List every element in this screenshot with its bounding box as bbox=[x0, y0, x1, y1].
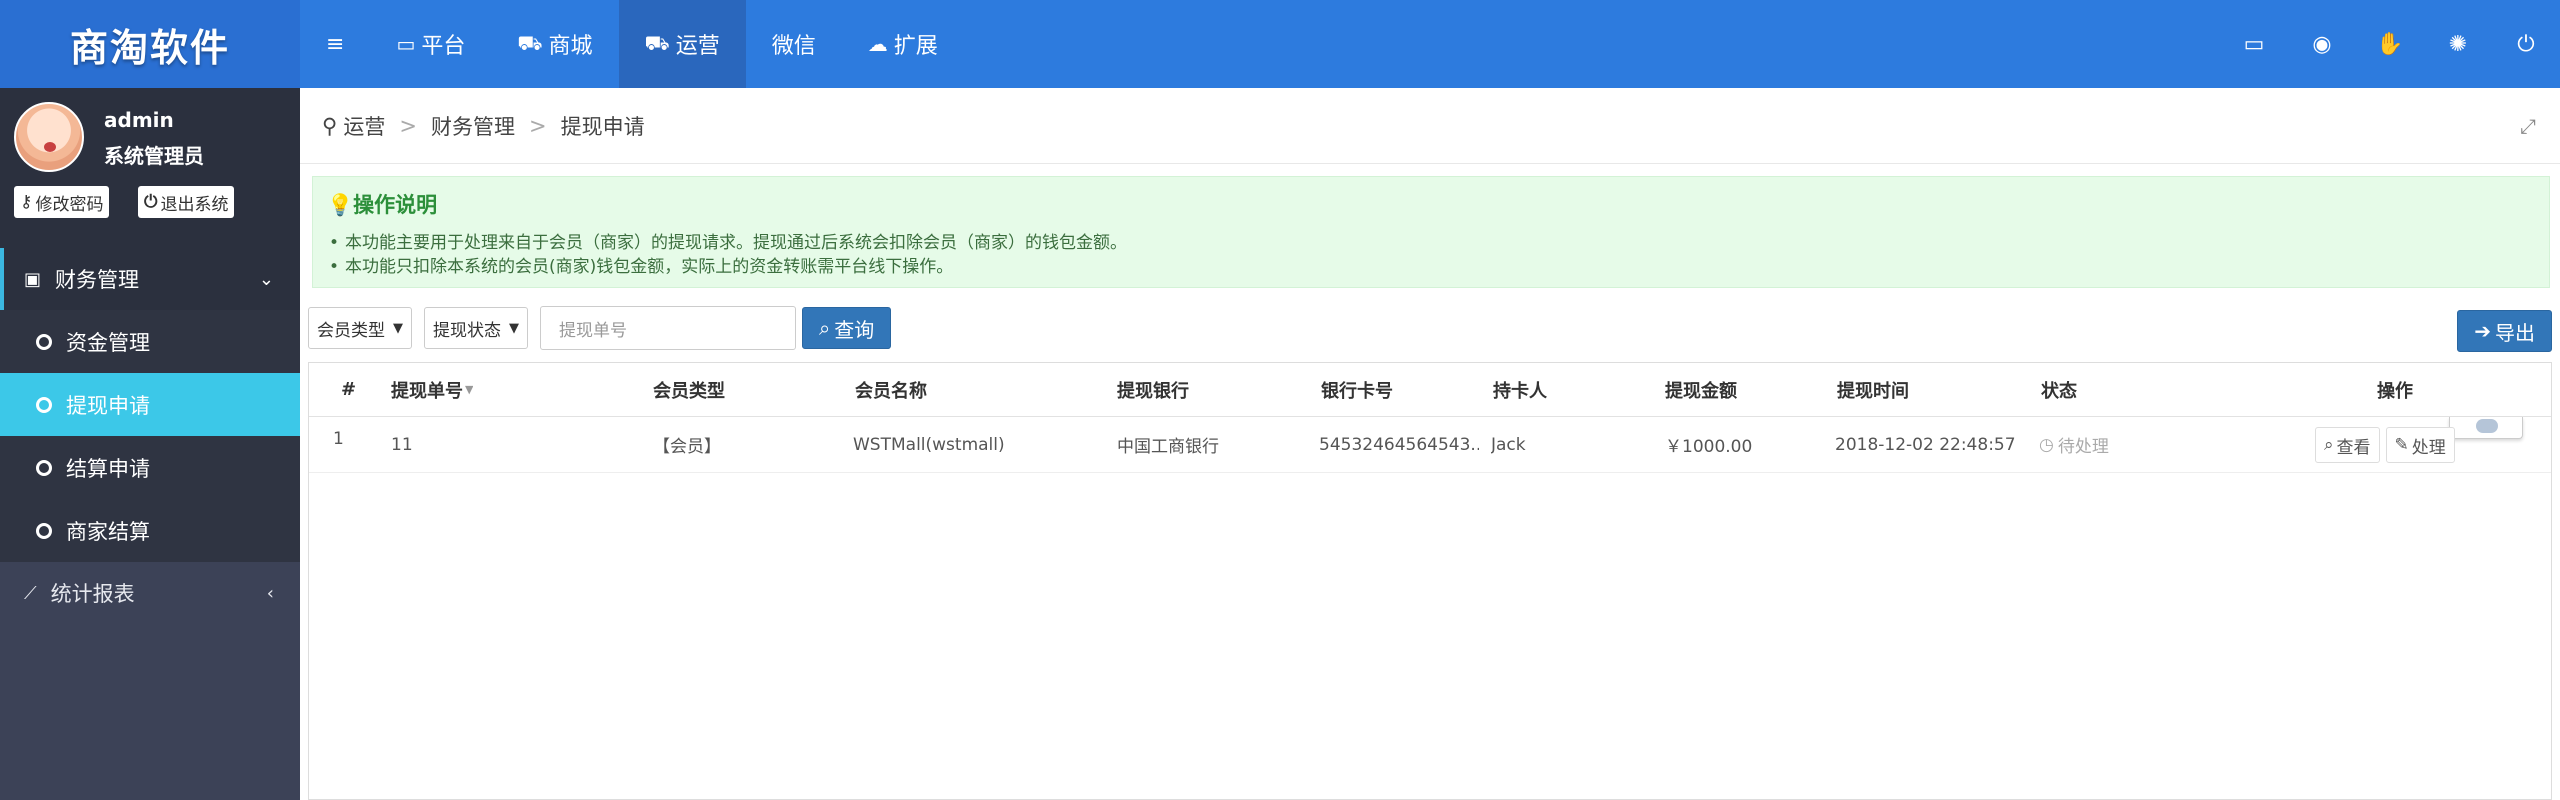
cell-bank: 中国工商银行 bbox=[1117, 437, 1219, 457]
cell-time: 2018-12-02 22:48:57 bbox=[1835, 434, 2016, 455]
sidebar: admin 系统管理员 ⚷ 修改密码 ⏻ 退出系统 ▣ 财务管理 ⌄ 资金管理 提现… bbox=[0, 88, 300, 800]
breadcrumb-current: 提现申请 bbox=[560, 114, 645, 139]
column-header: 提现银行 bbox=[1117, 380, 1189, 402]
instructions-title: 💡操作说明 bbox=[327, 193, 438, 217]
cell-card-no: 54532464564543... bbox=[1319, 434, 1479, 455]
nav-extensions[interactable]: ☁ 扩展 bbox=[842, 0, 964, 88]
hamburger-icon: ≡ bbox=[326, 31, 345, 57]
nav-mall[interactable]: ⛟ 商城 bbox=[491, 0, 618, 88]
instructions-panel: 💡操作说明 本功能主要用于处理来自于会员（商家）的提现请求。提现通过后系统会扣除… bbox=[312, 176, 2550, 288]
circle-icon bbox=[36, 459, 52, 476]
handshake-icon[interactable]: ✋ bbox=[2356, 0, 2424, 88]
column-header: # bbox=[341, 379, 357, 400]
cell-order-no: 11 bbox=[391, 434, 413, 455]
spinner-icon[interactable]: ✺ bbox=[2424, 0, 2492, 88]
search-button[interactable]: ⌕ 查询 bbox=[802, 307, 892, 349]
power-icon: ⏻ bbox=[144, 192, 158, 212]
sidebar-item-funds[interactable]: 资金管理 bbox=[0, 310, 300, 373]
column-header: 状态 bbox=[2041, 380, 2077, 402]
truck-icon: ⛟ bbox=[644, 30, 670, 55]
sign-in-icon: ➔ bbox=[2474, 319, 2491, 343]
cart-icon: ⛟ bbox=[517, 30, 543, 55]
column-header: 会员名称 bbox=[855, 380, 927, 402]
breadcrumb-root[interactable]: 运营 bbox=[343, 111, 385, 141]
main-content: ⚲ 运营 > 财务管理 > 提现申请 ⤢ 💡操作说明 本功能主要用于处理来自于会… bbox=[300, 88, 2560, 800]
search-icon: ⌕ bbox=[2324, 435, 2334, 455]
filter-bar: 会员类型 ▼ 提现状态 ▼ 提现单号 ⌕ 查询 bbox=[308, 306, 892, 350]
monitor-icon: ▭ bbox=[396, 32, 416, 56]
instructions-line: 本功能主要用于处理来自于会员（商家）的提现请求。提现通过后系统会扣除会员（商家）… bbox=[327, 231, 2535, 255]
row-index: 1 bbox=[333, 429, 344, 449]
line-chart-icon: ⟋ bbox=[24, 582, 37, 604]
change-password-button[interactable]: ⚷ 修改密码 bbox=[14, 186, 110, 218]
top-nav: ≡ ▭ 平台 ⛟ 商城 ⛟ 运营 微信 ☁ 扩展 bbox=[300, 0, 964, 88]
power-icon[interactable]: ⏻ bbox=[2492, 0, 2560, 88]
process-button[interactable]: ✎ 处理 bbox=[2385, 427, 2455, 463]
table-header: # 提现单号 ▼ 会员类型 会员名称 提现银行 银行卡号 持卡人 提现金额 提现时… bbox=[309, 363, 2551, 439]
member-type-select[interactable]: 会员类型 ▼ bbox=[308, 307, 412, 349]
sidebar-item-settlement-requests[interactable]: 结算申请 bbox=[0, 436, 300, 499]
column-header: 提现时间 bbox=[1837, 380, 1909, 402]
chevron-left-icon: ‹ bbox=[266, 582, 274, 604]
column-header: 持卡人 bbox=[1493, 380, 1547, 402]
breadcrumb-separator: > bbox=[399, 113, 417, 138]
cell-amount: ￥1000.00 bbox=[1665, 437, 1753, 457]
cell-status: ◷ 待处理 bbox=[2039, 434, 2109, 458]
cloud-icon: ☁ bbox=[867, 32, 888, 56]
cell-holder: Jack bbox=[1491, 434, 1526, 455]
map-pin-icon: ⚲ bbox=[322, 113, 338, 138]
money-icon: ▣ bbox=[24, 268, 42, 290]
top-toolbar: ▭ ◉ ✋ ✺ ⏻ bbox=[2220, 0, 2560, 88]
column-header: 会员类型 bbox=[653, 380, 725, 402]
row-actions: ⌕ 查看 ✎ 处理 bbox=[2315, 427, 2461, 463]
circle-icon bbox=[36, 522, 52, 539]
withdraw-status-select[interactable]: 提现状态 ▼ bbox=[424, 307, 528, 349]
pencil-icon: ✎ bbox=[2394, 435, 2409, 455]
nav-operations[interactable]: ⛟ 运营 bbox=[618, 0, 746, 88]
desktop-icon[interactable]: ▭ bbox=[2220, 0, 2288, 88]
nav-platform[interactable]: ▭ 平台 bbox=[370, 0, 491, 88]
clock-icon: ◷ bbox=[2039, 434, 2054, 455]
avatar bbox=[14, 102, 84, 172]
column-header: 操作 bbox=[2377, 380, 2413, 402]
app-logo: 商淘软件 bbox=[0, 0, 300, 88]
cell-member-name: WSTMall(wstmall) bbox=[853, 434, 1005, 455]
export-button[interactable]: ➔ 导出 bbox=[2457, 310, 2552, 352]
order-number-input[interactable]: 提现单号 bbox=[540, 306, 796, 350]
menu-toggle[interactable]: ≡ bbox=[300, 0, 370, 88]
location-icon[interactable]: ◉ bbox=[2288, 0, 2356, 88]
circle-icon bbox=[36, 333, 52, 350]
caret-down-icon: ▼ bbox=[393, 320, 403, 336]
circle-icon bbox=[36, 396, 52, 413]
sort-icon: ▼ bbox=[465, 383, 474, 396]
breadcrumb-separator: > bbox=[529, 113, 547, 138]
user-name: admin bbox=[104, 108, 174, 132]
finance-submenu: 资金管理 提现申请 结算申请 商家结算 bbox=[0, 310, 300, 562]
sidebar-group-stats[interactable]: ⟋ 统计报表 ‹ bbox=[0, 562, 300, 624]
breadcrumb: ⚲ 运营 > 财务管理 > 提现申请 ⤢ bbox=[300, 88, 2560, 164]
fullscreen-icon[interactable]: ⤢ bbox=[2520, 114, 2536, 138]
top-bar: 商淘软件 ≡ ▭ 平台 ⛟ 商城 ⛟ 运营 微信 ☁ 扩展 ▭ ◉ ✋ ✺ ⏻ bbox=[0, 0, 2560, 88]
sidebar-group-finance[interactable]: ▣ 财务管理 ⌄ bbox=[0, 248, 300, 310]
key-icon: ⚷ bbox=[20, 192, 33, 212]
user-role: 系统管理员 bbox=[104, 144, 204, 168]
table-row: 1 11 【会员】 WSTMall(wstmall) 中国工商银行 545324… bbox=[309, 417, 2551, 473]
column-header-order[interactable]: 提现单号 ▼ bbox=[391, 363, 473, 416]
caret-down-icon: ▼ bbox=[509, 320, 519, 336]
chevron-down-icon: ⌄ bbox=[258, 268, 274, 290]
logout-button[interactable]: ⏻ 退出系统 bbox=[138, 186, 235, 218]
lightbulb-icon: 💡 bbox=[327, 193, 354, 217]
withdrawals-table: # 提现单号 ▼ 会员类型 会员名称 提现银行 银行卡号 持卡人 提现金额 提现时… bbox=[308, 362, 2552, 800]
instructions-line: 本功能只扣除本系统的会员(商家)钱包金额，实际上的资金转账需平台线下操作。 bbox=[327, 255, 2535, 279]
view-button[interactable]: ⌕ 查看 bbox=[2315, 427, 2380, 463]
sidebar-item-withdrawals[interactable]: 提现申请 bbox=[0, 373, 300, 436]
cell-member-type: 【会员】 bbox=[653, 437, 721, 457]
search-icon: ⌕ bbox=[819, 316, 831, 340]
column-header: 提现金额 bbox=[1665, 380, 1737, 402]
column-header: 银行卡号 bbox=[1321, 380, 1393, 402]
nav-wechat[interactable]: 微信 bbox=[746, 0, 842, 88]
user-panel: admin 系统管理员 ⚷ 修改密码 ⏻ 退出系统 bbox=[0, 88, 300, 248]
breadcrumb-parent[interactable]: 财务管理 bbox=[431, 111, 515, 141]
sidebar-item-merchant-settlement[interactable]: 商家结算 bbox=[0, 499, 300, 562]
